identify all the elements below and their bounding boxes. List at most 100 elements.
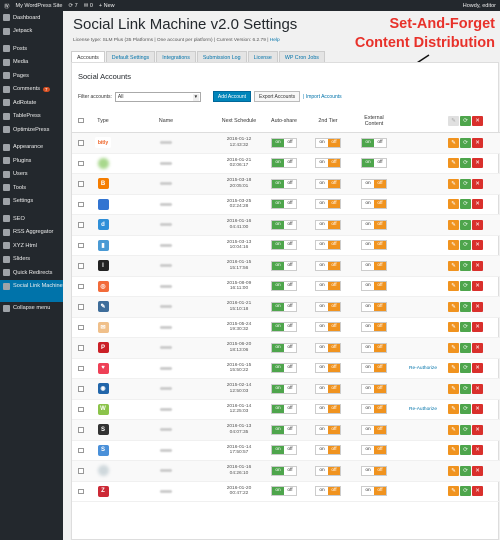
toggle-off[interactable]: off <box>328 446 340 455</box>
sidebar-item[interactable]: Settings <box>0 195 63 209</box>
toggle-off[interactable]: off <box>328 302 340 311</box>
row-checkbox[interactable] <box>78 345 84 351</box>
toggle-off[interactable]: off <box>284 425 296 434</box>
auto-share-toggle[interactable]: on off <box>271 260 297 271</box>
import-accounts-link[interactable]: | Import Accounts <box>303 94 342 100</box>
refresh-icon[interactable]: ⟳ <box>460 363 471 374</box>
row-checkbox[interactable] <box>78 242 84 248</box>
toggle-off[interactable]: off <box>374 220 386 229</box>
site-name-link[interactable]: My WordPress Site <box>16 3 63 9</box>
external-content-toggle[interactable]: on off <box>361 301 387 312</box>
delete-icon[interactable]: ✕ <box>472 158 483 169</box>
toggle-off[interactable]: off <box>284 261 296 270</box>
auto-share-toggle[interactable]: on off <box>271 486 297 497</box>
toggle-off[interactable]: off <box>374 384 386 393</box>
second-tier-toggle[interactable]: on off <box>315 301 341 312</box>
edit-icon[interactable]: ✎ <box>448 199 459 210</box>
help-link[interactable]: Help <box>270 38 280 43</box>
external-content-toggle[interactable]: on off <box>361 322 387 333</box>
toggle-on[interactable]: on <box>316 466 328 475</box>
toggle-on[interactable]: on <box>316 384 328 393</box>
toggle-on[interactable]: on <box>272 282 284 291</box>
edit-icon[interactable]: ✎ <box>448 445 459 456</box>
toggle-on[interactable]: on <box>362 323 374 332</box>
toggle-off[interactable]: off <box>328 405 340 414</box>
re-authorize-link[interactable]: Re-Authorize <box>409 366 437 371</box>
toggle-on[interactable]: on <box>362 384 374 393</box>
sidebar-item[interactable]: SEO <box>0 212 63 226</box>
edit-icon[interactable]: ✎ <box>448 137 459 148</box>
external-content-toggle[interactable]: on off <box>361 404 387 415</box>
external-content-toggle[interactable]: on off <box>361 178 387 189</box>
external-content-toggle[interactable]: on off <box>361 445 387 456</box>
toggle-on[interactable]: on <box>316 220 328 229</box>
refresh-icon[interactable]: ⟳ <box>460 486 471 497</box>
toggle-on[interactable]: on <box>316 343 328 352</box>
refresh-icon[interactable]: ⟳ <box>460 281 471 292</box>
refresh-icon[interactable]: ⟳ <box>460 445 471 456</box>
toggle-on[interactable]: on <box>362 487 374 496</box>
sidebar-item[interactable]: Appearance <box>0 141 63 155</box>
second-tier-toggle[interactable]: on off <box>315 158 341 169</box>
sidebar-item[interactable]: Quick Redirects <box>0 266 63 280</box>
toggle-on[interactable]: on <box>316 159 328 168</box>
row-checkbox[interactable] <box>78 427 84 433</box>
toggle-off[interactable]: off <box>374 446 386 455</box>
toggle-off[interactable]: off <box>328 487 340 496</box>
toggle-off[interactable]: off <box>374 425 386 434</box>
delete-icon[interactable]: ✕ <box>472 445 483 456</box>
toggle-off[interactable]: off <box>284 138 296 147</box>
sidebar-item[interactable]: OptimizePress <box>0 123 63 137</box>
auto-share-toggle[interactable]: on off <box>271 424 297 435</box>
toggle-on[interactable]: on <box>316 241 328 250</box>
toggle-on[interactable]: on <box>272 405 284 414</box>
auto-share-toggle[interactable]: on off <box>271 404 297 415</box>
row-checkbox[interactable] <box>78 447 84 453</box>
toggle-on[interactable]: on <box>272 261 284 270</box>
refresh-icon[interactable]: ⟳ <box>460 219 471 230</box>
refresh-icon[interactable]: ⟳ <box>460 199 471 210</box>
toggle-off[interactable]: off <box>284 220 296 229</box>
toggle-on[interactable]: on <box>362 138 374 147</box>
refresh-icon[interactable]: ⟳ <box>460 137 471 148</box>
auto-share-toggle[interactable]: on off <box>271 363 297 374</box>
refresh-icon[interactable]: ⟳ <box>460 465 471 476</box>
toggle-on[interactable]: on <box>316 200 328 209</box>
edit-icon[interactable]: ✎ <box>448 322 459 333</box>
edit-icon[interactable]: ✎ <box>448 281 459 292</box>
toggle-on[interactable]: on <box>362 241 374 250</box>
delete-icon[interactable]: ✕ <box>472 404 483 415</box>
auto-share-toggle[interactable]: on off <box>271 158 297 169</box>
toggle-on[interactable]: on <box>362 364 374 373</box>
toggle-on[interactable]: on <box>362 446 374 455</box>
toggle-off[interactable]: off <box>374 405 386 414</box>
edit-icon[interactable]: ✎ <box>448 363 459 374</box>
second-tier-toggle[interactable]: on off <box>315 404 341 415</box>
external-content-toggle[interactable]: on off <box>361 137 387 148</box>
toggle-off[interactable]: off <box>284 446 296 455</box>
toggle-on[interactable]: on <box>362 282 374 291</box>
bulk-edit-icon[interactable]: ✎ <box>448 115 459 126</box>
edit-icon[interactable]: ✎ <box>448 260 459 271</box>
second-tier-toggle[interactable]: on off <box>315 281 341 292</box>
re-authorize-link[interactable]: Re-Authorize <box>409 407 437 412</box>
export-accounts-button[interactable]: Export Accounts <box>253 91 301 102</box>
delete-icon[interactable]: ✕ <box>472 383 483 394</box>
sidebar-item[interactable]: XYZ Html <box>0 239 63 253</box>
second-tier-toggle[interactable]: on off <box>315 465 341 476</box>
bulk-delete-icon[interactable]: ✕ <box>472 115 483 126</box>
external-content-toggle[interactable]: on off <box>361 486 387 497</box>
sidebar-item[interactable]: Comments 7 <box>0 83 63 97</box>
toggle-off[interactable]: off <box>374 241 386 250</box>
toggle-off[interactable]: off <box>374 323 386 332</box>
add-account-button[interactable]: Add Account <box>212 91 251 102</box>
second-tier-toggle[interactable]: on off <box>315 445 341 456</box>
refresh-icon[interactable]: ⟳ <box>460 301 471 312</box>
toggle-off[interactable]: off <box>328 220 340 229</box>
auto-share-toggle[interactable]: on off <box>271 465 297 476</box>
second-tier-toggle[interactable]: on off <box>315 322 341 333</box>
toggle-off[interactable]: off <box>284 302 296 311</box>
sidebar-item[interactable]: Pages <box>0 69 63 83</box>
toggle-off[interactable]: off <box>374 487 386 496</box>
toggle-on[interactable]: on <box>362 159 374 168</box>
